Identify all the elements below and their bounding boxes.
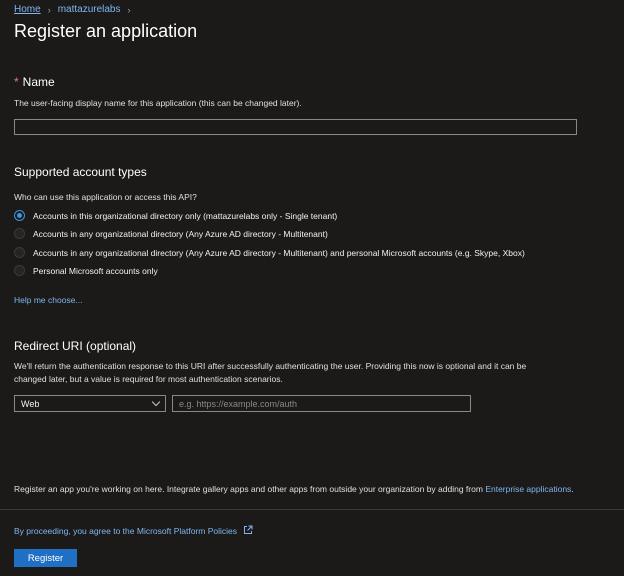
platform-policies-link[interactable]: By proceeding, you agree to the Microsof… — [14, 526, 237, 536]
name-input[interactable] — [14, 119, 577, 135]
chevron-right-icon: › — [47, 4, 51, 15]
breadcrumb-tenant-link[interactable]: mattazurelabs — [58, 4, 121, 15]
policy-row[interactable]: By proceeding, you agree to the Microsof… — [14, 525, 253, 536]
account-type-label: Accounts in this organizational director… — [33, 210, 338, 221]
account-types-question: Who can use this application or access t… — [14, 192, 197, 202]
account-type-label: Accounts in any organizational directory… — [33, 247, 525, 258]
radio-icon[interactable] — [14, 228, 25, 239]
enterprise-applications-link[interactable]: Enterprise applications — [485, 484, 571, 494]
name-title: Name — [22, 75, 55, 89]
account-type-label: Accounts in any organizational directory… — [33, 228, 328, 239]
footer-info-text: Register an app you're working on here. … — [14, 484, 483, 494]
chevron-down-icon — [151, 397, 161, 407]
external-link-icon — [244, 525, 253, 534]
redirect-uri-title: Redirect URI (optional) — [14, 339, 137, 353]
name-description: The user-facing display name for this ap… — [14, 98, 302, 108]
radio-icon[interactable] — [14, 247, 25, 258]
footer-info-period: . — [571, 484, 574, 494]
account-type-option[interactable]: Accounts in this organizational director… — [14, 210, 337, 221]
redirect-description-line1: We'll return the authentication response… — [14, 361, 527, 371]
account-type-label: Personal Microsoft accounts only — [33, 265, 158, 276]
breadcrumb-home-link[interactable]: Home — [14, 4, 41, 15]
required-marker: * — [14, 75, 19, 89]
redirect-uri-input[interactable] — [172, 395, 471, 412]
divider — [0, 509, 624, 510]
platform-select-value: Web — [21, 398, 40, 409]
redirect-description-line2: changed later, but a value is required f… — [14, 374, 283, 384]
footer-info: Register an app you're working on here. … — [14, 484, 574, 494]
page-title: Register an application — [14, 21, 198, 41]
account-type-option[interactable]: Accounts in any organizational directory… — [14, 247, 525, 258]
account-types-title: Supported account types — [14, 165, 147, 179]
register-button[interactable]: Register — [14, 549, 77, 567]
radio-icon[interactable] — [14, 265, 25, 276]
account-type-option[interactable]: Personal Microsoft accounts only — [14, 265, 158, 276]
account-type-option[interactable]: Accounts in any organizational directory… — [14, 228, 328, 239]
help-me-choose-link[interactable]: Help me choose... — [14, 295, 83, 305]
platform-select[interactable]: Web — [14, 395, 166, 412]
chevron-right-icon: › — [127, 4, 131, 15]
breadcrumb: Home › mattazurelabs › — [14, 4, 131, 15]
radio-selected-icon[interactable] — [14, 210, 25, 221]
name-heading: * Name — [14, 75, 55, 89]
